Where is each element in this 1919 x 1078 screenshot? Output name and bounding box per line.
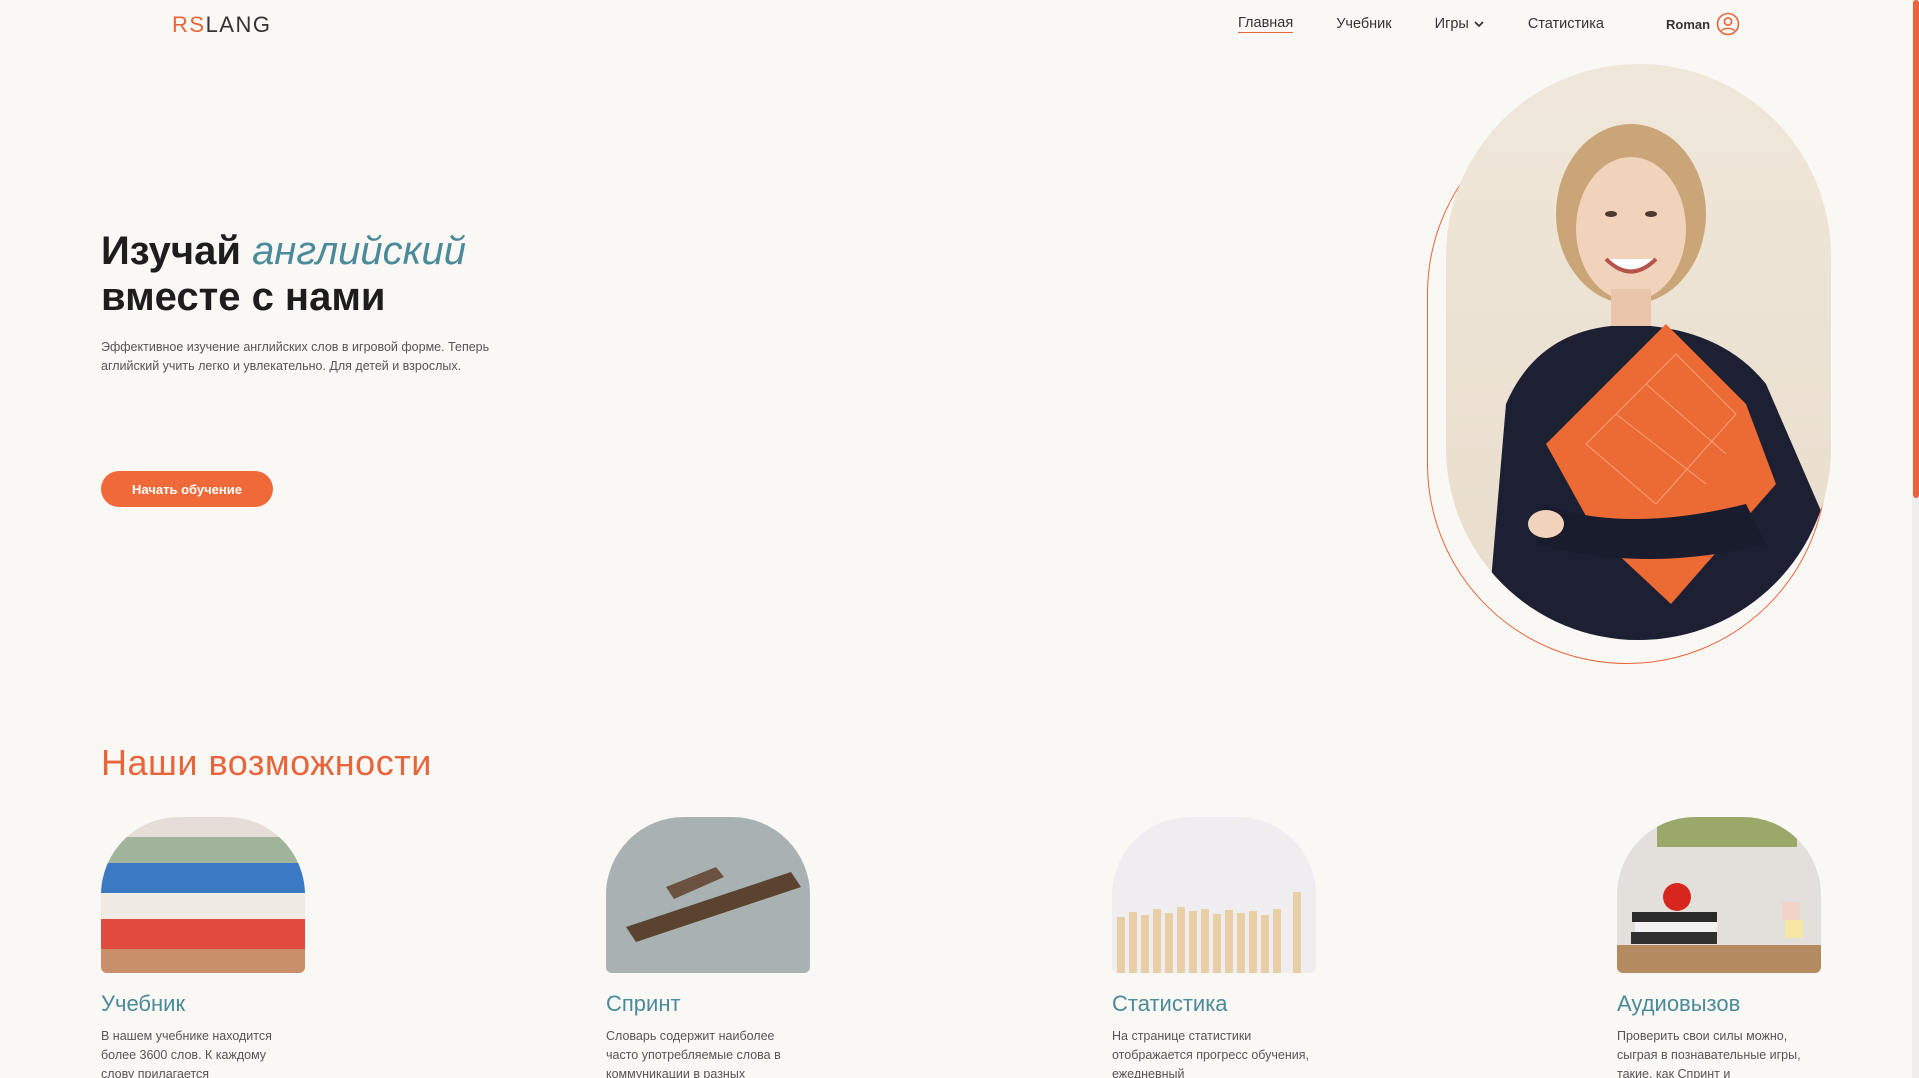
logo[interactable]: RSLANG: [172, 12, 271, 38]
desk-with-apple-image: [1617, 817, 1821, 973]
feature-text: Словарь содержит наиболее часто употребл…: [606, 1029, 781, 1078]
scrollbar-thumb[interactable]: [1913, 0, 1919, 498]
chevron-down-icon: [1474, 21, 1484, 27]
feature-card-sprint[interactable]: Спринт Словарь содержит наиболее часто у…: [606, 817, 816, 1078]
hero-description: Эффективное изучение английских слов в и…: [101, 340, 490, 373]
user-name: Roman: [1666, 16, 1711, 32]
feature-card-audiocall[interactable]: Аудиовызов Проверить свои силы можно, сы…: [1617, 817, 1827, 1078]
nav-games-label: Игры: [1434, 16, 1469, 32]
pencils-image: [1112, 817, 1316, 973]
nav-textbook[interactable]: Учебник: [1336, 16, 1391, 32]
feature-text: Проверить свои силы можно, сыграя в позн…: [1617, 1029, 1801, 1078]
scrabble-tiles-image: [606, 817, 810, 973]
features-title: Наши возможности: [101, 742, 432, 783]
start-learning-button[interactable]: Начать обучение: [101, 471, 273, 507]
nav-games[interactable]: Игры: [1435, 16, 1485, 32]
feature-title: Спринт: [606, 991, 681, 1016]
feature-text: На странице статистики отображается прог…: [1112, 1029, 1309, 1078]
feature-title: Учебник: [101, 991, 186, 1016]
hero-title: Изучай английский вместе с нами: [101, 228, 466, 320]
logo-text: LANG: [205, 12, 272, 37]
books-image: [101, 817, 305, 973]
feature-card-statistics[interactable]: Статистика На странице статистики отобра…: [1112, 817, 1322, 1078]
logo-accent: RS: [172, 12, 206, 37]
woman-with-book-illustration: [1486, 124, 1831, 640]
user-icon: [1716, 12, 1740, 36]
feature-title: Статистика: [1112, 991, 1228, 1016]
main-nav: Главная Учебник Игры Статистика: [1238, 15, 1647, 33]
hero-photo: [1446, 64, 1831, 640]
header: RSLANG Главная Учебник Игры Статистика R…: [0, 0, 1900, 50]
user-menu[interactable]: Roman: [1666, 12, 1740, 36]
feature-card-textbook[interactable]: Учебник В нашем учебнике находится более…: [101, 817, 311, 1078]
nav-home[interactable]: Главная: [1238, 15, 1294, 33]
hero-title-line2: вместе с нами: [101, 275, 386, 319]
feature-text: В нашем учебнике находится более 3600 сл…: [101, 1029, 272, 1078]
feature-title: Аудиовызов: [1617, 991, 1741, 1016]
hero-title-accent: английский: [252, 229, 467, 273]
nav-statistics[interactable]: Статистика: [1528, 16, 1604, 32]
hero-title-start: Изучай: [101, 229, 253, 273]
